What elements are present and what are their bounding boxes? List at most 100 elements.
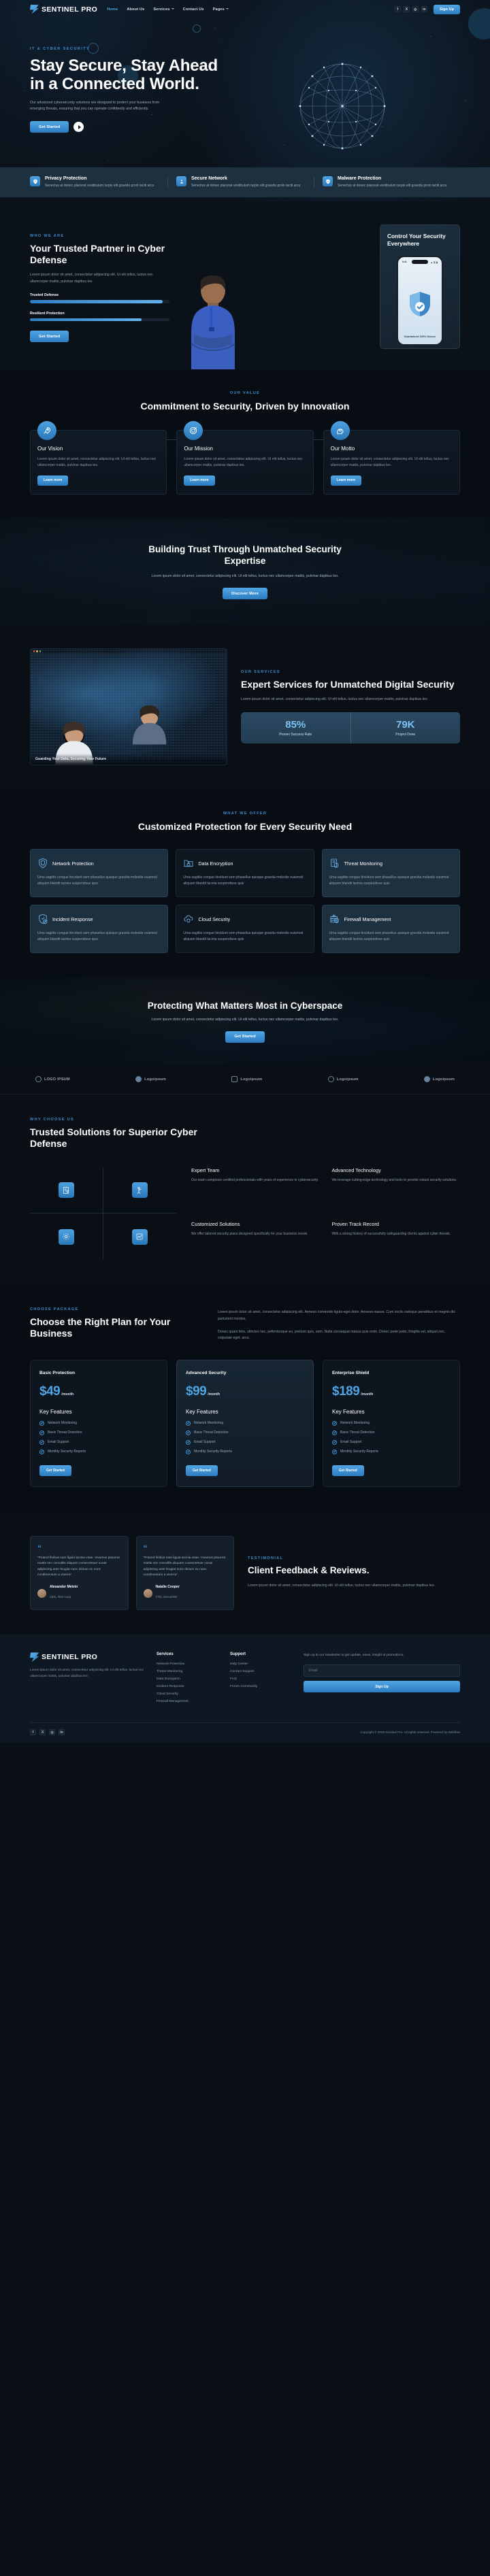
plan-advanced-security[interactable]: Advanced Security $99 /month Key Feature… <box>176 1359 314 1487</box>
value-text: Lorem ipsum dolor sit amet, consectetur … <box>184 457 303 468</box>
feature-bar: Privacy Protection Senectus at donec pla… <box>0 167 490 198</box>
linkedin-icon[interactable]: in <box>59 1729 65 1736</box>
footer-link[interactable]: Incident Response <box>157 1685 218 1688</box>
newsletter-signup-button[interactable]: Sign Up <box>304 1681 460 1693</box>
brand-name: SENTINEL PRO <box>42 5 98 14</box>
offer-card-data-encryption[interactable]: Data Encryption Urna sagittis congue tin… <box>176 849 314 898</box>
client-logo-name: LOGO IPSUM <box>44 1077 70 1082</box>
feature-title: Privacy Protection <box>45 176 87 181</box>
linkedin-icon[interactable]: in <box>421 6 427 12</box>
plan-get-started-button[interactable]: Get Started <box>186 1465 218 1476</box>
firewall-icon <box>330 914 339 924</box>
trust-banner: Building Trust Through Unmatched Securit… <box>0 517 490 625</box>
footer-link[interactable]: Threat Monitoring <box>157 1670 218 1673</box>
offer-eyebrow: WHAT WE OFFER <box>223 811 267 816</box>
stat-label: Project Done <box>395 732 416 737</box>
value-card-motto: Our Motto Lorem ipsum dolor sit amet, co… <box>323 421 460 495</box>
check-icon <box>39 1430 44 1435</box>
nav-item-pages[interactable]: Pages <box>213 7 229 12</box>
plan-get-started-button[interactable]: Get Started <box>332 1465 364 1476</box>
footer-link[interactable]: FAQ <box>230 1677 291 1681</box>
copyright-text: Copyright © 2025 Sentinel Pro. All right… <box>360 1730 460 1735</box>
plan-get-started-button[interactable]: Get Started <box>39 1465 71 1476</box>
why-item-expert-team: Expert Team Our team comprises certified… <box>191 1167 320 1206</box>
privacy-icon <box>30 176 40 186</box>
footer-link[interactable]: Firewall Management <box>157 1700 218 1703</box>
offer-card-text: Urna sagittis congue tincidunt sem phase… <box>37 931 157 942</box>
hero-copy: IT & CYBER SECURITY Stay Secure, Stay Ah… <box>30 47 224 167</box>
plan-period: /month <box>61 1392 74 1396</box>
play-video-icon[interactable] <box>74 122 84 133</box>
logo-glyph-icon <box>327 1076 334 1083</box>
plan-basic-protection[interactable]: Basic Protection $49 /month Key Features… <box>30 1359 167 1487</box>
x-twitter-icon[interactable]: X <box>39 1729 46 1736</box>
plan-features-heading: Key Features <box>186 1408 218 1415</box>
footer-link[interactable]: Forum Community <box>230 1685 291 1688</box>
instagram-icon[interactable]: ◎ <box>412 6 419 12</box>
value-title: Our Mission <box>184 446 214 452</box>
value-learn-more-button[interactable]: Learn more <box>37 475 69 486</box>
check-icon <box>332 1449 337 1454</box>
pricing-title: Choose the Right Plan for Your Business <box>30 1316 171 1339</box>
about-paragraph: Lorem ipsum dolor sit amet, consectetur … <box>30 273 153 284</box>
pricing-section: CHOOSE PACKAGE Choose the Right Plan for… <box>0 1284 490 1513</box>
instagram-icon[interactable]: ◎ <box>49 1729 55 1736</box>
phone-mockup: 9:41 ▲ ⦿ ▮ Guaranteed 100% Secure <box>397 256 443 346</box>
header-actions: f X ◎ in Sign Up <box>394 4 460 14</box>
x-twitter-icon[interactable]: X <box>403 6 410 12</box>
newsletter-email-input[interactable] <box>304 1665 460 1677</box>
cloud-shield-icon <box>184 915 193 923</box>
value-learn-more-button[interactable]: Learn more <box>330 475 361 486</box>
check-icon <box>332 1439 337 1445</box>
footer-bottom-bar: f X ◎ in Copyright © 2025 Sentinel Pro. … <box>30 1722 460 1743</box>
offer-card-cloud-security[interactable]: Cloud Security Urna sagittis congue tinc… <box>176 905 314 954</box>
about-get-started-button[interactable]: Get Started <box>30 331 69 343</box>
facebook-icon[interactable]: f <box>30 1729 36 1736</box>
plan-feature-item: Basic Threat Detection <box>186 1430 304 1435</box>
nav-item-about[interactable]: About Us <box>127 7 144 12</box>
footer-brand-logo[interactable]: SENTINEL PRO <box>30 1652 144 1662</box>
folder-lock-icon <box>184 860 193 867</box>
why-eyebrow: WHY CHOOSE US <box>30 1118 74 1122</box>
client-logo-name: Logoipsum <box>144 1077 167 1082</box>
footer-link[interactable]: Data Encryption <box>157 1677 218 1681</box>
client-logo-strip: LOGO IPSUM Logoipsum Logoipsum Logoipsum… <box>0 1065 490 1095</box>
stat-value: 85% <box>285 718 306 731</box>
plan-features-heading: Key Features <box>332 1408 365 1415</box>
offer-card-network-protection[interactable]: Network Protection Urna sagittis congue … <box>30 849 169 898</box>
logo-mark-icon <box>30 1652 39 1662</box>
stats-panel: 85% Proven Success Rate 79K Project Done <box>241 712 460 743</box>
feature-text: Senectus at donec placerat vestibulum tu… <box>191 184 301 188</box>
footer-link[interactable]: Help Center <box>230 1662 291 1666</box>
pricing-plans: Basic Protection $49 /month Key Features… <box>30 1359 460 1487</box>
trust-title: Building Trust Through Unmatched Securit… <box>148 543 342 567</box>
offer-card-threat-monitoring[interactable]: Threat Monitoring Urna sagittis congue t… <box>321 849 460 898</box>
value-learn-more-button[interactable]: Learn more <box>184 475 215 486</box>
nav-item-services[interactable]: Services <box>153 7 174 12</box>
brand-logo[interactable]: SENTINEL PRO <box>30 4 98 14</box>
values-title: Commitment to Security, Driven by Innova… <box>140 401 350 412</box>
check-icon <box>186 1439 191 1445</box>
nav-item-contact[interactable]: Contact Us <box>183 7 204 12</box>
plan-feature-item: Monthly Security Reports <box>332 1449 451 1454</box>
testimonial-quote: "Poland finibus nam ligula lacinia vitae… <box>143 1556 226 1577</box>
facebook-icon[interactable]: f <box>394 6 401 12</box>
offer-card-incident-response[interactable]: Incident Response Urna sagittis congue t… <box>30 905 169 954</box>
why-item-title: Customized Solutions <box>191 1221 240 1228</box>
cta-get-started-button[interactable]: Get Started <box>225 1031 265 1043</box>
client-logo: Logoipsum <box>327 1076 359 1083</box>
footer-link[interactable]: Contact Support <box>230 1670 291 1673</box>
why-item-title: Advanced Technology <box>331 1167 381 1174</box>
plan-enterprise-shield[interactable]: Enterprise Shield $189 /month Key Featur… <box>323 1359 460 1487</box>
discover-more-button[interactable]: Discover More <box>223 588 267 600</box>
signup-button[interactable]: Sign Up <box>433 4 460 14</box>
why-item-text: We leverage cutting-edge technology and … <box>331 1178 457 1183</box>
why-item-text: Our team comprises certified professiona… <box>191 1178 319 1183</box>
footer-link[interactable]: Cloud Security <box>157 1692 218 1696</box>
nav-item-home[interactable]: Home <box>107 7 118 12</box>
offer-card-firewall-management[interactable]: Firewall Management Urna sagittis congue… <box>321 905 460 954</box>
hero-get-started-button[interactable]: Get Started <box>30 121 69 133</box>
footer-link[interactable]: Network Protection <box>157 1662 218 1666</box>
head-idea-icon <box>330 421 350 441</box>
site-footer: SENTINEL PRO Lorem ipsum dolor sit amet,… <box>0 1635 490 1743</box>
